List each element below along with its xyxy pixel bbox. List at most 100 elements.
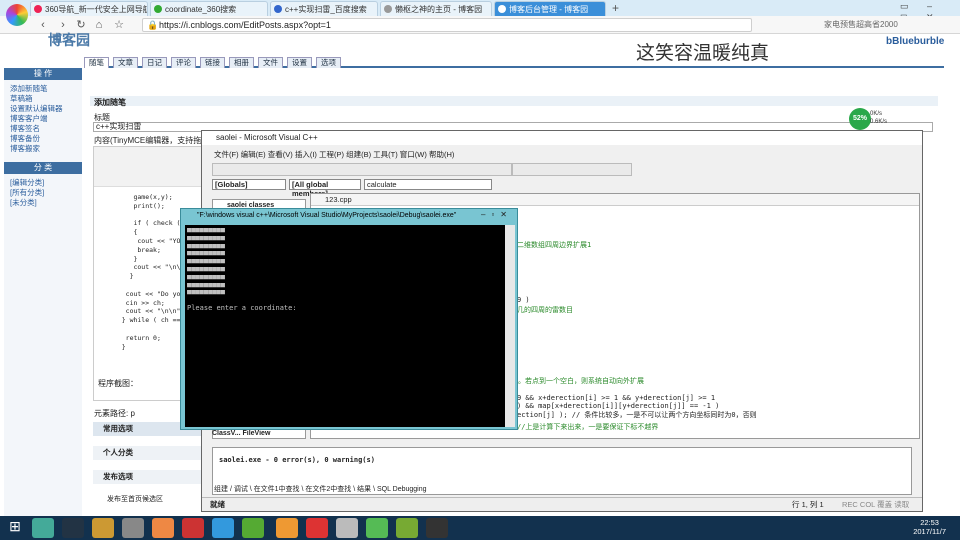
tab-label: coordinate_360搜索 bbox=[165, 5, 237, 14]
code-line: 9 && x+derection[i] >= 1 && y+derection[… bbox=[517, 394, 716, 402]
app-icon[interactable] bbox=[92, 518, 114, 538]
tab-label: c++实现扫雷_百度搜索 bbox=[285, 5, 367, 14]
ops-header: 操 作 bbox=[4, 68, 82, 80]
output-tabs[interactable]: 组建 / 调试 \ 在文件1中查找 \ 在文件2中查找 \ 结果 \ SQL D… bbox=[214, 484, 427, 494]
sidebar-item-drafts[interactable]: 草稿箱 bbox=[4, 94, 82, 104]
tab-links[interactable]: 链接 bbox=[200, 57, 225, 68]
tab-label: 懒枢之神的主页 - 博客园 bbox=[395, 5, 483, 14]
blog-user[interactable]: bBlueburble bbox=[886, 36, 944, 47]
console-output[interactable]: ■■■■■■■■■ ■■■■■■■■■ ■■■■■■■■■ ■■■■■■■■■ … bbox=[185, 225, 505, 427]
tab-articles[interactable]: 文章 bbox=[113, 57, 138, 68]
console-controls[interactable]: –▫✕ bbox=[481, 210, 513, 219]
speed-widget[interactable]: 52% bbox=[849, 108, 871, 130]
app-icon[interactable] bbox=[212, 518, 234, 538]
tab-360-nav[interactable]: 360导航_新一代安全上网导航 bbox=[30, 1, 148, 16]
new-tab-button[interactable]: + bbox=[612, 1, 619, 15]
app-icon[interactable] bbox=[182, 518, 204, 538]
vc-title: saolei - Microsoft Visual C++ bbox=[202, 131, 922, 145]
taskbar: ⊞ bbox=[0, 516, 960, 540]
sidebar-item-all-cats[interactable]: [所有分类] bbox=[4, 188, 82, 198]
app-icon[interactable] bbox=[62, 518, 84, 538]
promo-text[interactable]: 家电预售超高省2000 bbox=[824, 19, 898, 30]
vc-build-toolbar[interactable] bbox=[512, 163, 632, 176]
browser-tab-bar: 360导航_新一代安全上网导航 coordinate_360搜索 c++实现扫雷… bbox=[0, 0, 960, 22]
sidebar-item-signature[interactable]: 博客签名 bbox=[4, 124, 82, 134]
sidebar-item-edit-cats[interactable]: [编辑分类] bbox=[4, 178, 82, 188]
favicon-icon bbox=[274, 5, 282, 13]
classview-tab[interactable]: ClassV... bbox=[212, 430, 241, 437]
favicon-icon bbox=[154, 5, 162, 13]
code-line: 二维数组四周边界扩展1 bbox=[517, 241, 592, 249]
console-window[interactable]: "F:\windows visual c++\Microsoft Visual … bbox=[180, 208, 518, 430]
screenshot-label: 程序截图： bbox=[98, 379, 138, 388]
personal-category-toggle[interactable]: 个人分类 bbox=[93, 446, 210, 460]
sidebar-item-new-post[interactable]: 添加新随笔 bbox=[4, 84, 82, 94]
content-label: 内容(TinyMCE编辑器，支持拖放/粘贴上传图片) bbox=[94, 136, 204, 145]
tab-comments[interactable]: 评论 bbox=[171, 57, 196, 68]
app-icon[interactable] bbox=[366, 518, 388, 538]
code-line: ) && map[x+derection[i]][y+derection[j]]… bbox=[517, 402, 720, 410]
tab-blog-admin[interactable]: 博客后台管理 - 博客园 bbox=[494, 1, 606, 16]
console-scrollbar[interactable] bbox=[505, 225, 515, 427]
app-icon[interactable] bbox=[122, 518, 144, 538]
speed-readout: 0K/s 0.6K/s bbox=[870, 111, 888, 125]
browser-logo-icon bbox=[6, 4, 28, 26]
app-icon[interactable] bbox=[426, 518, 448, 538]
publish-options-toggle[interactable]: 发布选项 bbox=[93, 470, 210, 484]
favicon-icon bbox=[498, 5, 506, 13]
clock-time: 22:53 bbox=[920, 518, 939, 527]
sidebar-item-backup[interactable]: 博客备份 bbox=[4, 134, 82, 144]
tab-files[interactable]: 文件 bbox=[258, 57, 283, 68]
url-text: https://i.cnblogs.com/EditPosts.aspx?opt… bbox=[159, 20, 331, 30]
tab-coordinate-search[interactable]: coordinate_360搜索 bbox=[150, 1, 268, 16]
globals-combo[interactable]: [Globals] bbox=[212, 179, 286, 190]
vc-statusbar: 就绪 行 1, 列 1 REC COL 覆盖 读取 bbox=[202, 497, 922, 511]
fileview-tab[interactable]: FileView bbox=[243, 430, 271, 437]
sidebar-item-uncategorized[interactable]: [未分类] bbox=[4, 198, 82, 208]
publish-home-checkbox[interactable]: 发布至首页候选区 bbox=[93, 494, 210, 504]
tab-label: 博客后台管理 - 博客园 bbox=[509, 5, 589, 14]
tab-posts[interactable]: 随笔 bbox=[84, 57, 109, 68]
code-line: 程。若点到一个空白，则系统自动向外扩展 bbox=[511, 377, 644, 385]
site-logo[interactable]: 博客园 bbox=[48, 30, 90, 50]
tab-blog-home[interactable]: 懒枢之神的主页 - 博客园 bbox=[380, 1, 492, 16]
taskbar-clock[interactable]: 22:53 2017/11/7 bbox=[913, 518, 946, 536]
home-icon[interactable]: ⌂ bbox=[92, 18, 106, 32]
tab-albums[interactable]: 相册 bbox=[229, 57, 254, 68]
bookmark-icon[interactable]: ☆ bbox=[112, 18, 126, 32]
vc-menubar[interactable]: 文件(F) 编辑(E) 查看(V) 插入(I) 工程(P) 组建(B) 工具(T… bbox=[214, 149, 454, 160]
app-icon[interactable] bbox=[152, 518, 174, 538]
app-icon[interactable] bbox=[242, 518, 264, 538]
function-combo[interactable]: calculate bbox=[364, 179, 492, 190]
tab-diary[interactable]: 日记 bbox=[142, 57, 167, 68]
workspace-tabs[interactable]: ClassV... FileView bbox=[212, 430, 270, 437]
code-line: 9 ) bbox=[517, 296, 530, 304]
app-icon[interactable] bbox=[32, 518, 54, 538]
app-icon[interactable] bbox=[306, 518, 328, 538]
main-tabs: 随笔 文章 日记 评论 链接 相册 文件 设置 选项 bbox=[84, 56, 944, 68]
category-header: 分 类 bbox=[4, 162, 82, 174]
status-text: 就绪 bbox=[210, 500, 225, 509]
address-bar[interactable]: 🔒 https://i.cnblogs.com/EditPosts.aspx?op… bbox=[142, 18, 752, 32]
app-icon[interactable] bbox=[276, 518, 298, 538]
element-path: 元素路径: p bbox=[94, 409, 135, 418]
tab-options[interactable]: 选项 bbox=[316, 57, 341, 68]
members-combo[interactable]: [All global members] bbox=[289, 179, 361, 198]
favicon-icon bbox=[384, 5, 392, 13]
sidebar-item-move[interactable]: 博客搬家 bbox=[4, 144, 82, 154]
clock-date: 2017/11/7 bbox=[913, 527, 946, 536]
code-line: ection[j] ); // 条件比较多，一是不可以让两个方向坐标同时为0，否… bbox=[517, 411, 757, 419]
sidebar-item-client[interactable]: 博客客户端 bbox=[4, 114, 82, 124]
cursor-position: 行 1, 列 1 bbox=[792, 500, 824, 509]
vc-toolbar[interactable] bbox=[212, 163, 512, 176]
sidebar-item-default-editor[interactable]: 设置默认编辑器 bbox=[4, 104, 82, 114]
start-icon[interactable]: ⊞ bbox=[4, 518, 26, 538]
app-icon[interactable] bbox=[396, 518, 418, 538]
console-title: "F:\windows visual c++\Microsoft Visual … bbox=[197, 212, 457, 219]
tab-settings[interactable]: 设置 bbox=[287, 57, 312, 68]
lock-icon: 🔒 bbox=[147, 20, 159, 30]
editor-toolbar[interactable] bbox=[94, 147, 210, 187]
add-post-heading: 添加随笔 bbox=[94, 98, 126, 107]
app-icon[interactable] bbox=[336, 518, 358, 538]
tab-baidu-search[interactable]: c++实现扫雷_百度搜索 bbox=[270, 1, 378, 16]
